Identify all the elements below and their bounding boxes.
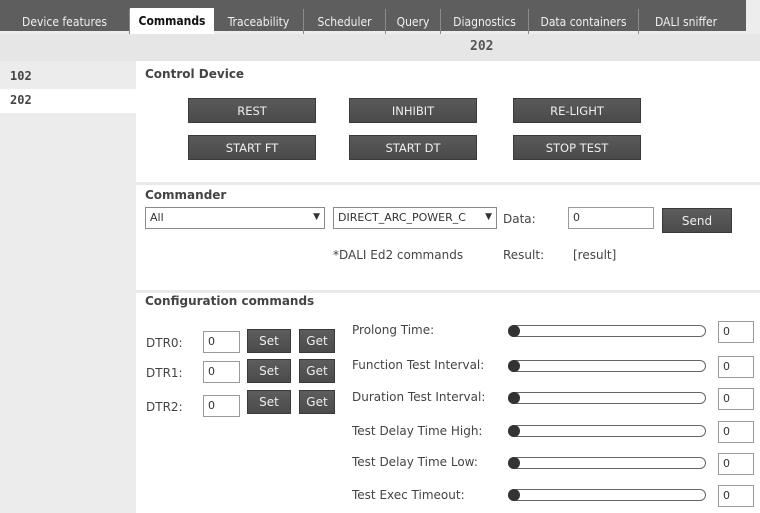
tab-commands[interactable]: Commands — [130, 8, 214, 34]
section-divider — [136, 182, 760, 185]
data-label: Data: — [503, 212, 536, 226]
app-window: Device features Commands Traceability Sc… — [0, 0, 760, 513]
function-test-interval-slider[interactable] — [508, 360, 706, 372]
test-delay-time-high-slider[interactable] — [508, 425, 706, 437]
tab-traceability[interactable]: Traceability — [214, 9, 304, 34]
inhibit-button[interactable]: INHIBIT — [349, 98, 477, 123]
dtr0-label: DTR0: — [146, 336, 183, 350]
tab-bar: Device features Commands Traceability Sc… — [0, 0, 760, 34]
test-exec-timeout-input[interactable]: 0 — [718, 485, 754, 507]
dtr1-get-button[interactable]: Get — [299, 359, 335, 383]
chevron-down-icon: ▼ — [483, 212, 492, 222]
test-exec-timeout-label: Test Exec Timeout: — [352, 488, 465, 502]
re-light-button[interactable]: RE-LIGHT — [513, 98, 641, 123]
test-delay-time-high-label: Test Delay Time High: — [352, 424, 483, 438]
sidebar-item-202[interactable]: 202 — [0, 89, 136, 113]
dali-ed2-note: *DALI Ed2 commands — [333, 248, 464, 262]
slider-knob[interactable] — [508, 457, 520, 469]
dtr2-label: DTR2: — [146, 400, 183, 414]
dtr0-set-button[interactable]: Set — [247, 329, 291, 353]
chevron-down-icon: ▼ — [311, 212, 320, 222]
tab-device-features[interactable]: Device features — [0, 9, 130, 34]
tab-scheduler[interactable]: Scheduler — [304, 9, 386, 34]
dtr1-input[interactable]: 0 — [203, 361, 240, 383]
function-test-interval-label: Function Test Interval: — [352, 358, 485, 372]
prolong-time-label: Prolong Time: — [352, 323, 435, 337]
start-dt-button[interactable]: START DT — [349, 135, 477, 160]
main-content: Control Device REST INHIBIT RE-LIGHT STA… — [136, 61, 760, 513]
test-delay-time-low-label: Test Delay Time Low: — [352, 455, 478, 469]
tab-dali-sniffer[interactable]: DALI sniffer — [639, 9, 733, 34]
slider-knob[interactable] — [508, 489, 520, 501]
slider-knob[interactable] — [508, 360, 520, 372]
configuration-title: Configuration commands — [145, 294, 315, 308]
command-value: DIRECT_ARC_POWER_C — [338, 211, 466, 224]
test-delay-time-low-slider[interactable] — [508, 457, 706, 469]
result-label: Result: — [503, 248, 545, 262]
duration-test-interval-slider[interactable] — [508, 392, 706, 404]
duration-test-interval-input[interactable]: 0 — [718, 388, 754, 410]
tab-diagnostics[interactable]: Diagnostics — [441, 9, 529, 34]
test-delay-time-low-input[interactable]: 0 — [718, 453, 754, 475]
command-select[interactable]: DIRECT_ARC_POWER_C ▼ — [333, 207, 497, 229]
prolong-time-input[interactable]: 0 — [718, 321, 754, 343]
dtr0-input[interactable]: 0 — [203, 331, 240, 353]
stop-test-button[interactable]: STOP TEST — [513, 135, 641, 160]
command-filter-select[interactable]: All ▼ — [145, 207, 325, 229]
data-input[interactable]: 0 — [568, 207, 654, 229]
result-value: [result] — [573, 248, 617, 262]
dtr2-set-button[interactable]: Set — [247, 390, 291, 414]
device-sidebar: 102 202 — [0, 61, 136, 513]
slider-knob[interactable] — [508, 392, 520, 404]
dtr0-get-button[interactable]: Get — [299, 329, 335, 353]
slider-knob[interactable] — [508, 425, 520, 437]
command-filter-value: All — [150, 211, 164, 224]
function-test-interval-input[interactable]: 0 — [718, 356, 754, 378]
dtr1-label: DTR1: — [146, 366, 183, 380]
test-exec-timeout-slider[interactable] — [508, 489, 706, 501]
dtr2-get-button[interactable]: Get — [299, 390, 335, 414]
slider-knob[interactable] — [508, 325, 520, 337]
send-button[interactable]: Send — [662, 208, 732, 233]
start-ft-button[interactable]: START FT — [188, 135, 316, 160]
control-device-title: Control Device — [145, 67, 245, 81]
test-delay-time-high-input[interactable]: 0 — [718, 421, 754, 443]
device-heading: 202 — [470, 39, 494, 54]
sidebar-item-102[interactable]: 102 — [0, 65, 136, 89]
rest-button[interactable]: REST — [188, 98, 316, 123]
tab-data-containers[interactable]: Data containers — [529, 9, 639, 34]
prolong-time-slider[interactable] — [508, 325, 706, 337]
section-divider — [136, 290, 760, 293]
tab-query[interactable]: Query — [386, 9, 441, 34]
commander-title: Commander — [145, 188, 227, 202]
device-heading-bar: 202 — [0, 34, 760, 61]
dtr2-input[interactable]: 0 — [203, 395, 240, 417]
dtr1-set-button[interactable]: Set — [247, 359, 291, 383]
duration-test-interval-label: Duration Test Interval: — [352, 390, 486, 404]
